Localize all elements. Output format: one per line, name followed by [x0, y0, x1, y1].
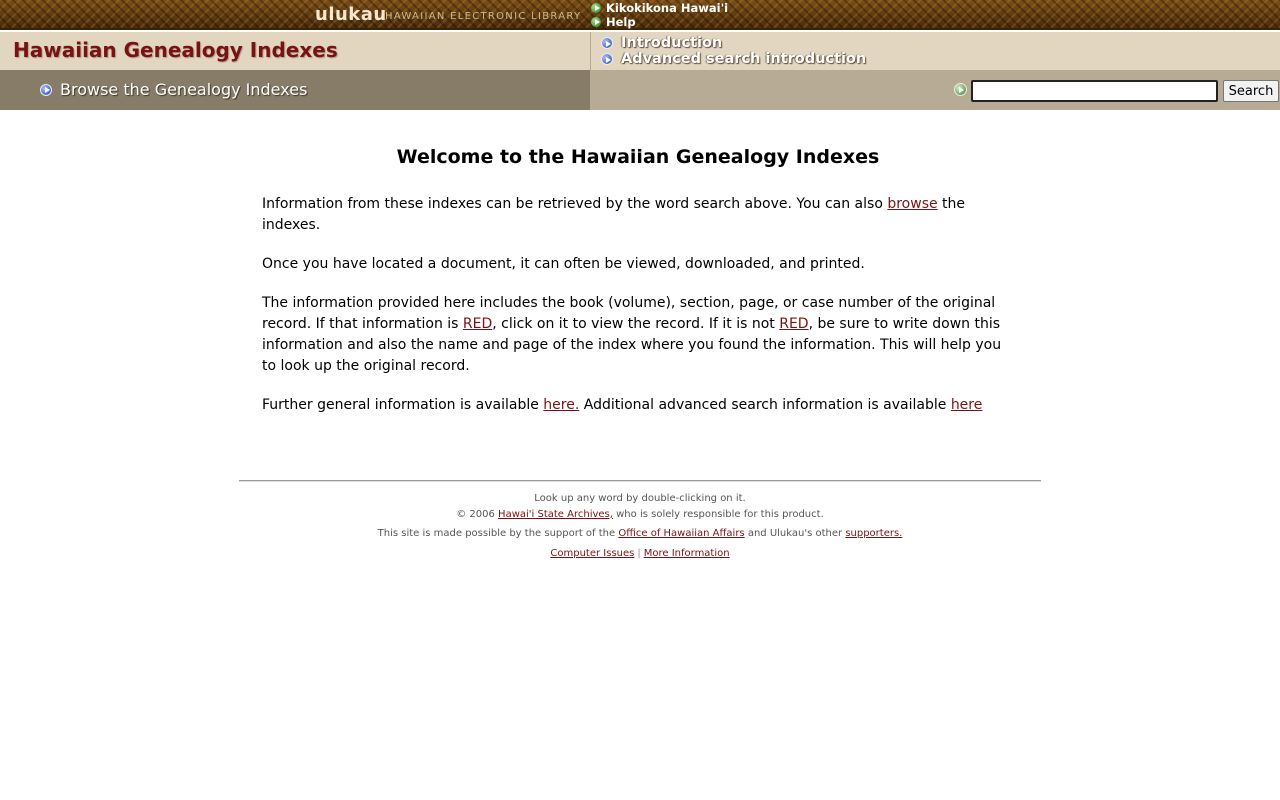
- footer-divider: [239, 480, 1041, 482]
- page-heading: Welcome to the Hawaiian Genealogy Indexe…: [396, 146, 880, 168]
- record-info-paragraph: The information provided here includes t…: [262, 293, 1014, 377]
- further-info-paragraph: Further general information is available…: [262, 395, 1014, 416]
- text: and Ulukau's other: [744, 528, 846, 539]
- introduction-link[interactable]: Introduction: [601, 35, 722, 51]
- top-link-help[interactable]: Help: [591, 15, 728, 29]
- footer: Look up any word by double-clicking on i…: [239, 491, 1041, 561]
- search-input[interactable]: [971, 80, 1218, 102]
- site-title[interactable]: Hawaiian Genealogy Indexes: [13, 38, 338, 62]
- top-links: Kikokikona Hawai'i Help: [591, 1, 728, 29]
- search-button[interactable]: Search: [1223, 80, 1279, 102]
- separator: |: [637, 547, 641, 559]
- computer-issues-link[interactable]: Computer Issues: [550, 548, 634, 559]
- text: © 2006: [456, 508, 499, 520]
- text: Information from these indexes can be re…: [262, 196, 888, 212]
- top-link-kikokikona[interactable]: Kikokikona Hawai'i: [591, 1, 728, 15]
- download-paragraph: Once you have located a document, it can…: [262, 256, 865, 272]
- search-go-icon: [954, 83, 967, 96]
- footer-links: Computer Issues | More Information: [239, 546, 1041, 562]
- advanced-search-intro-link[interactable]: Advanced search introduction: [601, 51, 866, 67]
- footer-support: This site is made possible by the suppor…: [239, 526, 1041, 542]
- title-bar: Hawaiian Genealogy Indexes Introduction …: [0, 32, 1280, 70]
- top-link-label: Kikokikona Hawai'i: [606, 1, 729, 15]
- main-content: Welcome to the Hawaiian Genealogy Indexe…: [262, 146, 1022, 434]
- header-band: ulukau HAWAIIAN ELECTRONIC LIBRARY Kikok…: [0, 0, 1280, 30]
- logo-subtitle: HAWAIIAN ELECTRONIC LIBRARY: [385, 11, 582, 22]
- footer-copyright: © 2006 Hawai'i State Archives, who is so…: [239, 507, 1041, 523]
- intro-paragraph: Information from these indexes can be re…: [262, 194, 1014, 236]
- title-links: Introduction Advanced search introductio…: [590, 32, 1280, 70]
- arrow-bullet-icon: [591, 17, 601, 27]
- advanced-info-link[interactable]: here: [951, 397, 983, 413]
- browse-indexes-link[interactable]: Browse the Genealogy Indexes: [40, 80, 307, 99]
- search-area: Search: [590, 70, 1280, 110]
- arrow-bullet-icon: [40, 83, 52, 96]
- text: This site is made possible by the suppor…: [377, 528, 619, 539]
- text: Additional advanced search information i…: [579, 397, 951, 413]
- browse-label: Browse the Genealogy Indexes: [60, 80, 308, 99]
- arrow-bullet-icon: [601, 53, 613, 65]
- more-information-link[interactable]: More Information: [644, 548, 730, 559]
- red-link[interactable]: RED: [779, 316, 808, 332]
- introduction-label: Introduction: [621, 35, 723, 51]
- arrow-bullet-icon: [601, 37, 613, 49]
- oha-link[interactable]: Office of Hawaiian Affairs: [618, 528, 744, 539]
- red-link[interactable]: RED: [463, 316, 492, 332]
- text: Further general information is available: [262, 397, 544, 413]
- supporters-link[interactable]: supporters.: [845, 528, 902, 539]
- text: , click on it to view the record. If it …: [492, 316, 780, 332]
- general-info-link[interactable]: here.: [543, 397, 579, 413]
- footer-tip: Look up any word by double-clicking on i…: [534, 493, 746, 504]
- nav-left: Browse the Genealogy Indexes: [0, 70, 590, 110]
- nav-bar: Browse the Genealogy Indexes Search: [0, 70, 1280, 110]
- title-left: Hawaiian Genealogy Indexes: [0, 32, 590, 70]
- arrow-bullet-icon: [591, 3, 601, 13]
- top-link-label: Help: [606, 15, 636, 29]
- ulukau-logo[interactable]: ulukau: [315, 4, 387, 25]
- browse-link[interactable]: browse: [887, 196, 937, 212]
- state-archives-link[interactable]: Hawai'i State Archives,: [498, 509, 613, 520]
- advanced-search-intro-label: Advanced search introduction: [621, 51, 867, 67]
- text: who is solely responsible for this produ…: [612, 508, 824, 520]
